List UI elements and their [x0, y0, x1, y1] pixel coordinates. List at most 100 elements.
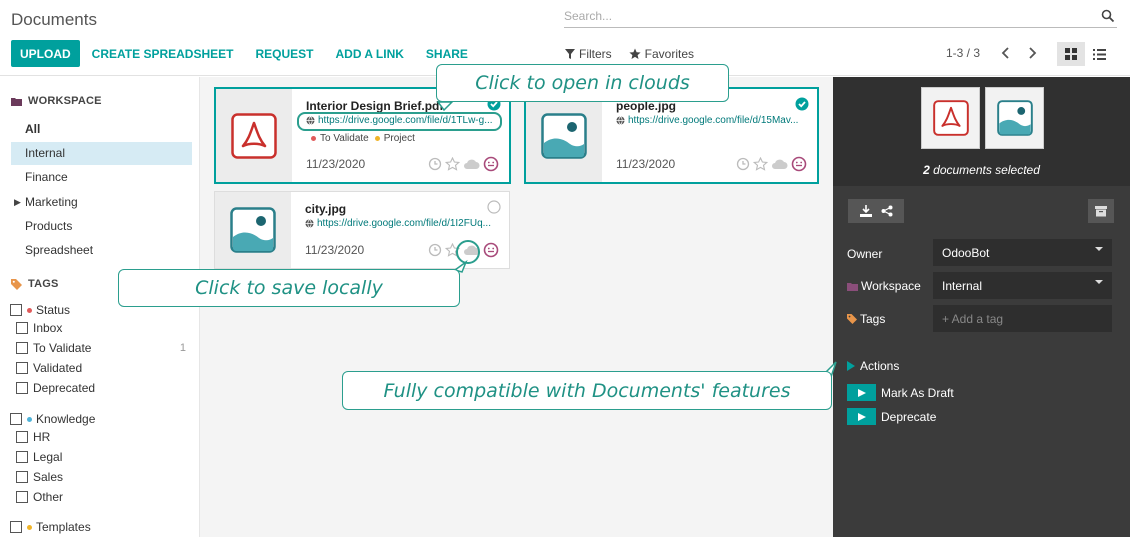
document-thumbnail[interactable] — [216, 89, 292, 182]
selected-thumbnail[interactable] — [921, 87, 980, 149]
search-icon[interactable] — [1101, 9, 1115, 23]
download-icon[interactable] — [859, 204, 873, 218]
selected-count: 2 — [923, 163, 930, 177]
pager: 1-3 / 3 — [946, 46, 1042, 60]
tag-label: Other — [33, 490, 64, 504]
checkbox[interactable] — [16, 431, 28, 443]
upload-button[interactable]: UPLOAD — [11, 40, 80, 67]
checkbox[interactable] — [16, 362, 28, 374]
tag-item-deprecated[interactable]: Deprecated — [16, 381, 190, 395]
document-date: 11/23/2020 — [306, 157, 366, 171]
document-actions — [736, 156, 807, 172]
tag-item-sales[interactable]: Sales — [16, 470, 190, 484]
filters-button[interactable]: Filters — [565, 47, 612, 61]
tag-label: Project — [383, 133, 415, 144]
document-url-text: https://drive.google.com/file/d/15Mav... — [628, 115, 799, 126]
checkbox[interactable] — [10, 521, 22, 533]
search-bar[interactable] — [564, 6, 1117, 28]
checkbox[interactable] — [16, 342, 28, 354]
document-url[interactable]: https://drive.google.com/file/d/1I2FUq..… — [305, 218, 491, 229]
share-icon[interactable] — [881, 205, 893, 217]
selected-preview: 2 documents selected — [833, 77, 1130, 186]
tag-project: Project — [374, 133, 415, 144]
smiley-icon[interactable] — [483, 242, 499, 258]
tag-item-validated[interactable]: Validated — [16, 361, 190, 375]
star-icon[interactable] — [445, 157, 460, 171]
tag-to-validate: To Validate — [311, 133, 369, 144]
checkbox[interactable] — [16, 322, 28, 334]
favorites-button[interactable]: Favorites — [629, 47, 694, 61]
add-link-button[interactable]: ADD A LINK — [335, 47, 403, 61]
checkbox[interactable] — [16, 451, 28, 463]
tag-item-other[interactable]: Other — [16, 490, 190, 504]
clock-icon[interactable] — [736, 157, 750, 171]
checkbox[interactable] — [16, 382, 28, 394]
share-button[interactable]: SHARE — [426, 47, 468, 61]
action-label: Mark As Draft — [881, 385, 954, 400]
cloud-icon[interactable] — [771, 158, 788, 170]
tags-input[interactable]: + Add a tag — [933, 305, 1112, 332]
document-thumbnail[interactable] — [526, 89, 602, 182]
selected-thumbnail[interactable] — [985, 87, 1044, 149]
list-view-button[interactable] — [1085, 42, 1113, 66]
smiley-icon[interactable] — [483, 156, 499, 172]
checkbox[interactable] — [16, 471, 28, 483]
check-circle-icon[interactable] — [795, 97, 809, 111]
templates-color-dot — [27, 524, 32, 530]
workspace-item-all[interactable]: All — [11, 118, 192, 141]
tag-group-label: Status — [36, 303, 71, 317]
search-input[interactable] — [564, 6, 1084, 26]
select-circle-icon[interactable] — [487, 200, 501, 214]
deprecate-action[interactable]: Deprecate — [847, 408, 936, 425]
owner-select[interactable]: OdooBot — [933, 239, 1112, 266]
request-button[interactable]: REQUEST — [255, 47, 313, 61]
tag-group-templates[interactable]: Templates — [10, 520, 190, 534]
chevron-left-icon[interactable] — [996, 47, 1016, 59]
checkbox[interactable] — [16, 491, 28, 503]
tag-item-hr[interactable]: HR — [16, 430, 190, 444]
mark-as-draft-action[interactable]: Mark As Draft — [847, 384, 954, 401]
clock-icon[interactable] — [428, 157, 442, 171]
globe-icon — [616, 116, 625, 125]
knowledge-color-dot — [27, 416, 32, 422]
favorites-label: Favorites — [644, 47, 695, 61]
document-name[interactable]: city.jpg — [305, 202, 346, 216]
tag-label: To Validate — [33, 341, 92, 355]
create-spreadsheet-button[interactable]: CREATE SPREADSHEET — [92, 47, 234, 61]
workspace-item-spreadsheet[interactable]: Spreadsheet — [11, 239, 192, 262]
play-icon[interactable] — [847, 384, 876, 401]
checkbox[interactable] — [10, 413, 22, 425]
checkbox[interactable] — [10, 304, 22, 316]
kanban-view-button[interactable] — [1057, 42, 1085, 66]
tag-item-inbox[interactable]: Inbox — [16, 321, 190, 335]
tag-item-to-validate[interactable]: To Validate 1 — [16, 341, 190, 355]
page-title: Documents — [11, 10, 97, 29]
tag-group-label: Knowledge — [36, 412, 96, 426]
clock-icon[interactable] — [428, 243, 442, 257]
pager-value[interactable]: 1-3 / 3 — [946, 46, 980, 60]
folder-icon — [11, 97, 22, 106]
play-icon[interactable] — [847, 408, 876, 425]
workspace-item-internal[interactable]: Internal — [11, 142, 192, 165]
caret-right-icon[interactable]: ▶ — [14, 191, 21, 214]
document-url[interactable]: https://drive.google.com/file/d/15Mav... — [616, 115, 798, 126]
caret-down-icon[interactable] — [1095, 280, 1103, 284]
actions-heading[interactable]: Actions — [847, 359, 899, 373]
chevron-right-icon[interactable] — [1022, 47, 1042, 59]
star-icon[interactable] — [753, 157, 768, 171]
cloud-icon[interactable] — [463, 158, 480, 170]
tag-group-knowledge[interactable]: Knowledge — [10, 412, 190, 426]
workspace-item-finance[interactable]: Finance — [11, 166, 192, 189]
tag-item-legal[interactable]: Legal — [16, 450, 190, 464]
caret-down-icon[interactable] — [1095, 247, 1103, 251]
folder-icon — [847, 282, 858, 291]
workspace-select[interactable]: Internal — [933, 272, 1112, 299]
document-thumbnail[interactable] — [215, 192, 291, 268]
document-name[interactable]: Interior Design Brief.pdf — [306, 99, 443, 113]
cloud-highlight — [456, 240, 480, 264]
sidebar: WORKSPACE All Internal Finance ▶ Marketi… — [0, 77, 200, 537]
workspace-item-products[interactable]: Products — [11, 215, 192, 238]
smiley-icon[interactable] — [791, 156, 807, 172]
workspace-item-marketing[interactable]: ▶ Marketing — [11, 191, 192, 214]
archive-button[interactable] — [1088, 199, 1114, 223]
